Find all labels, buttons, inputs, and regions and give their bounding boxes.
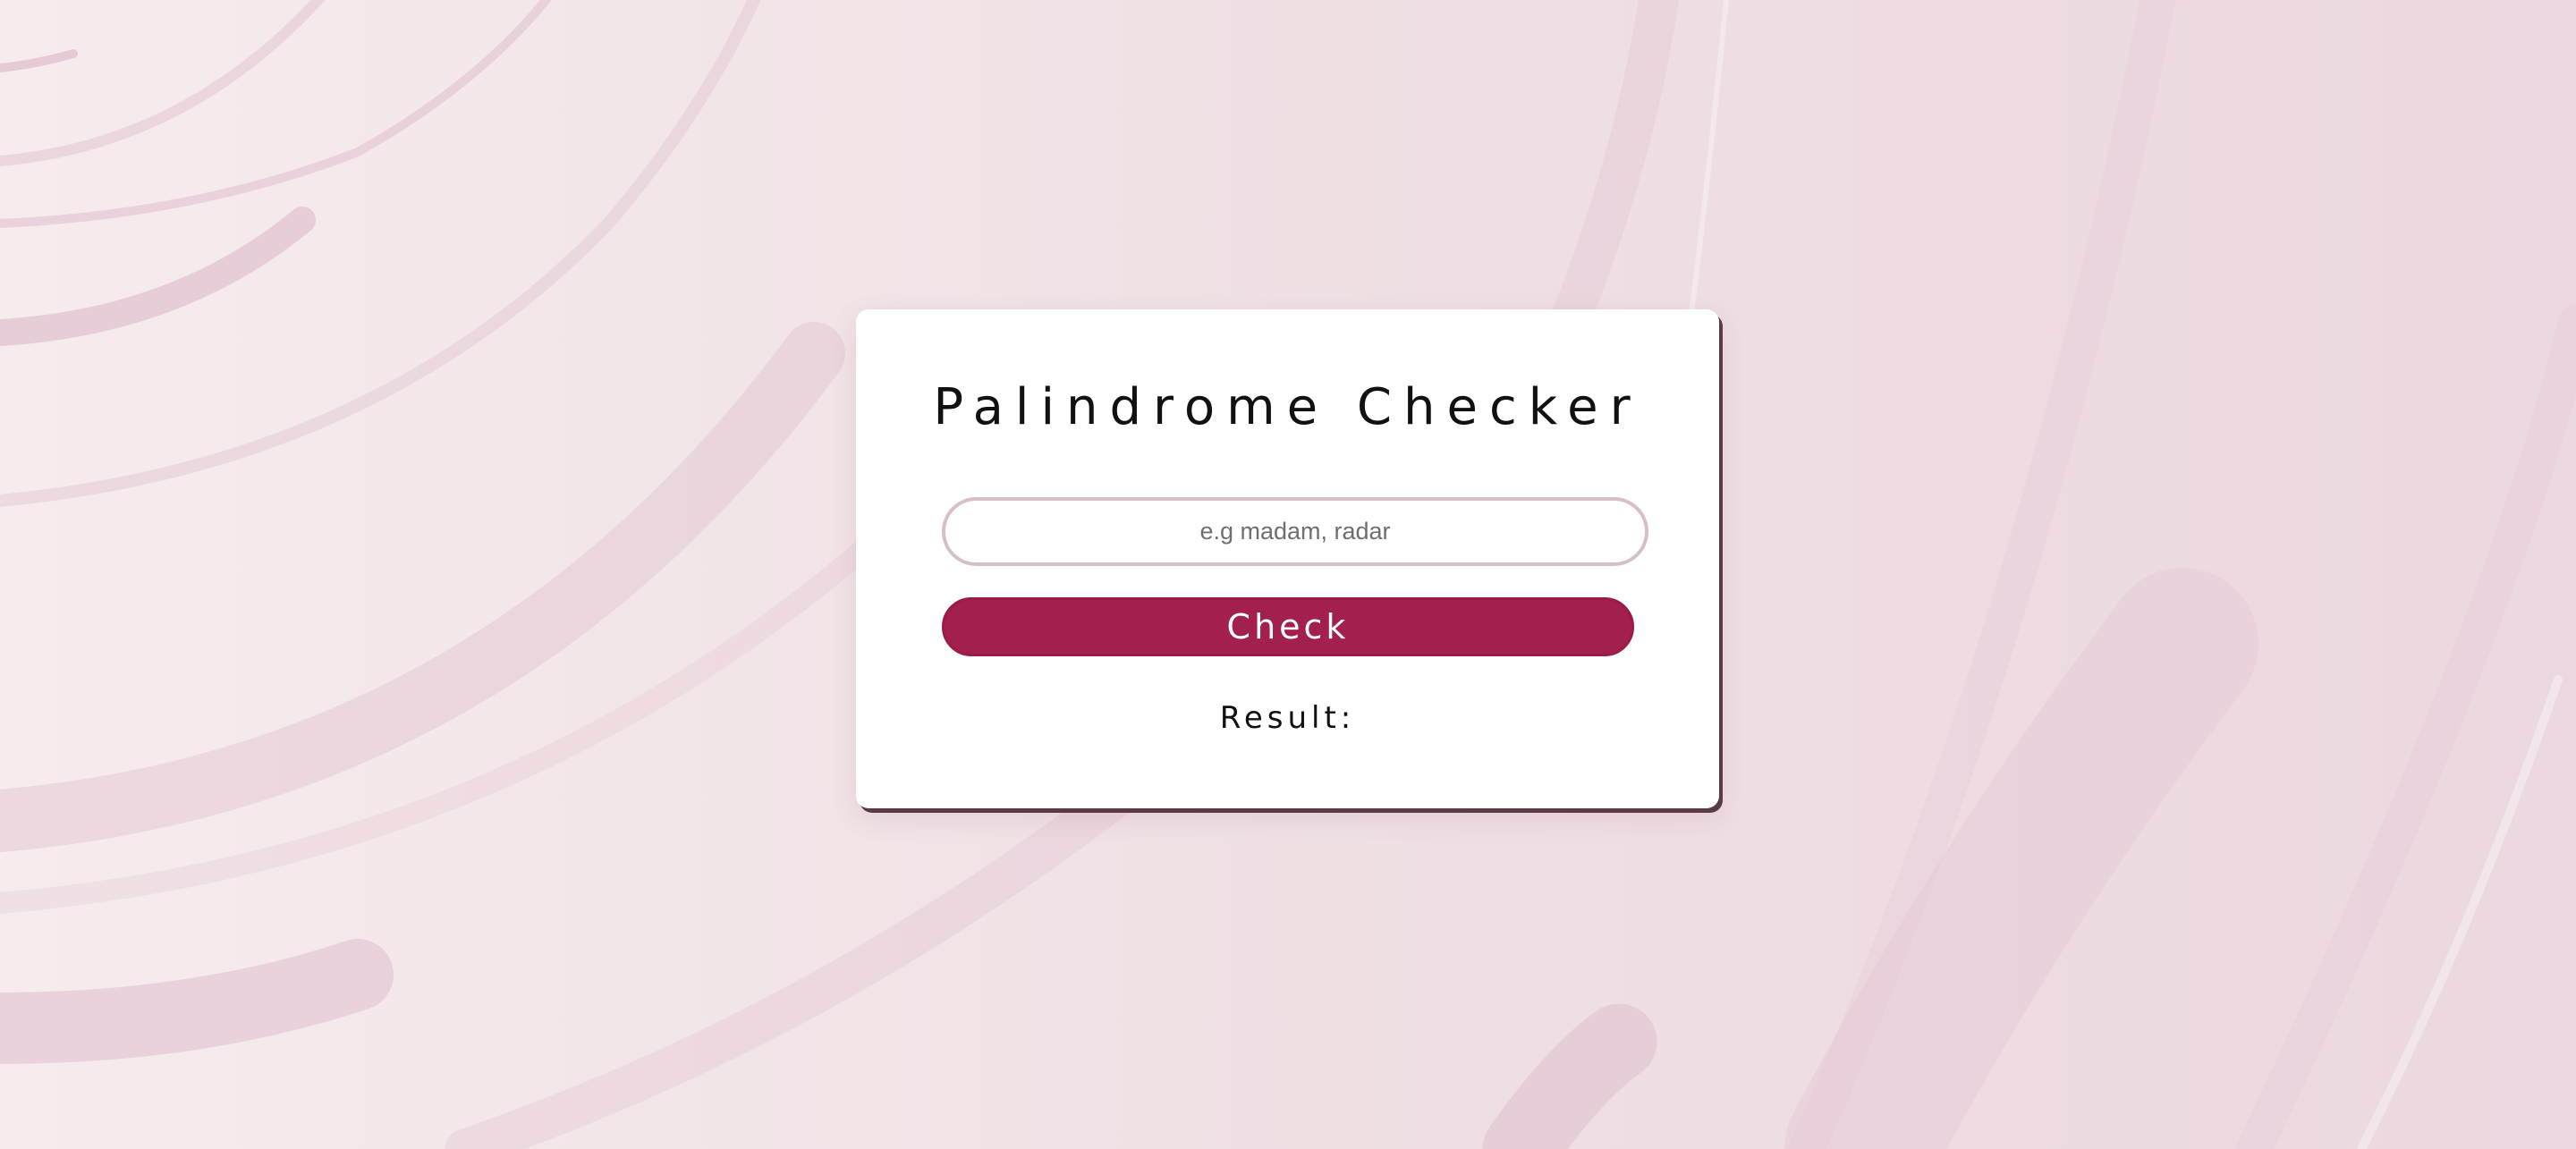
- background-arc: [0, 207, 316, 346]
- input-container: [942, 497, 1648, 566]
- background-arc: [2236, 304, 2576, 1149]
- background-arc: [0, 322, 845, 852]
- check-button[interactable]: Check: [942, 597, 1634, 656]
- background-arc: [0, 49, 78, 72]
- background-highlight: [2357, 675, 2563, 1149]
- background-arc: [1482, 1003, 1657, 1149]
- background-arc: [0, 0, 326, 166]
- background-highlight: [1688, 0, 1729, 325]
- background-arc: [0, 939, 394, 1064]
- palindrome-input[interactable]: [942, 497, 1648, 566]
- result-label: Result:: [1219, 700, 1356, 736]
- background-arc: [0, 0, 761, 507]
